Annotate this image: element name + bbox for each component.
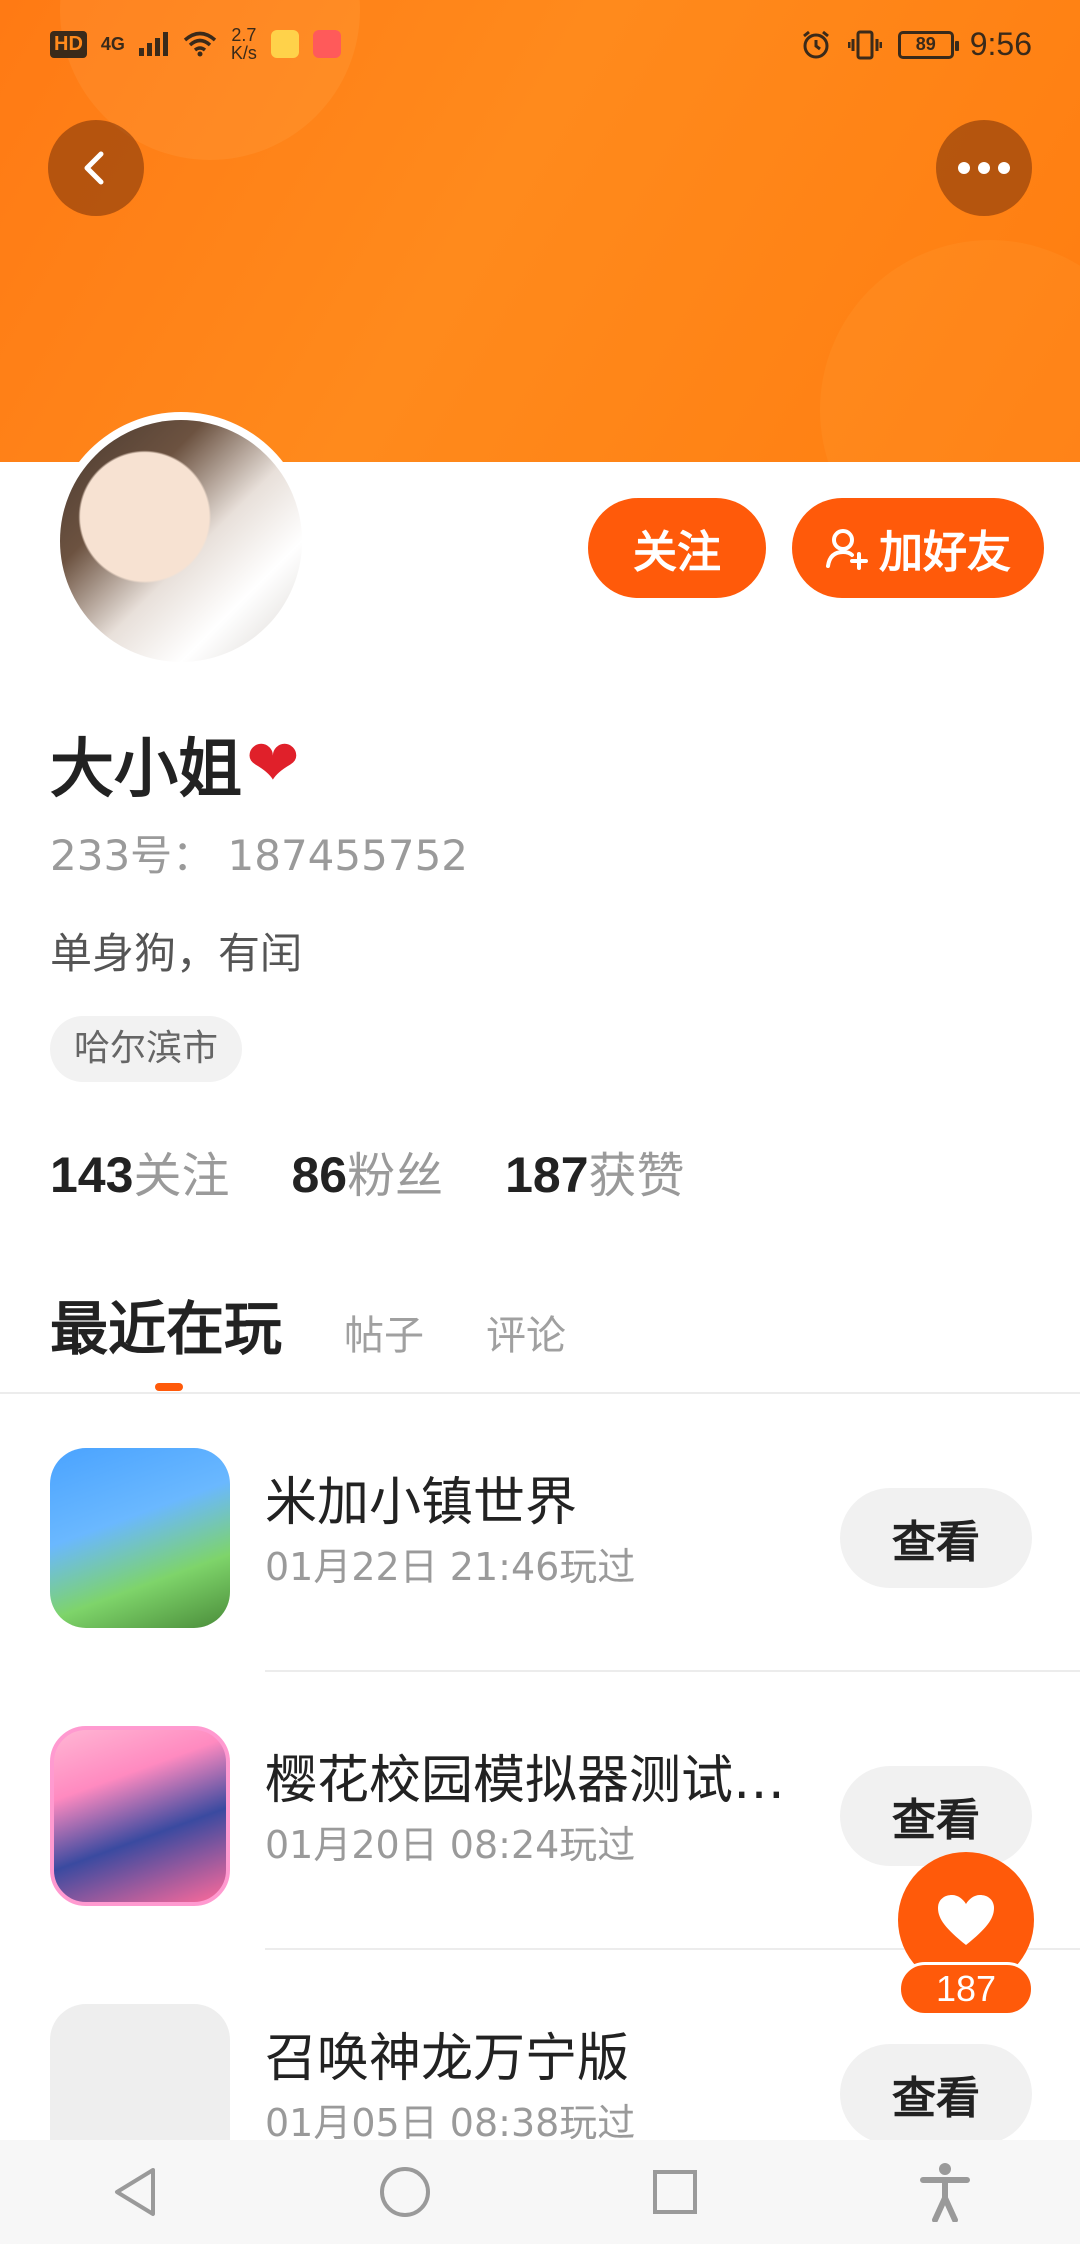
profile-stats: 143关注 86粉丝 187获赞	[50, 1136, 685, 1206]
active-tab-indicator	[155, 1383, 183, 1391]
avatar[interactable]	[52, 412, 310, 670]
game-title: 樱花校园模拟器测试…	[265, 1751, 786, 1811]
game-icon	[50, 1726, 230, 1906]
game-title: 米加小镇世界	[265, 1473, 578, 1533]
more-options-button[interactable]	[936, 120, 1032, 216]
stat-value: 187	[505, 1147, 589, 1203]
status-bar: HD 4G 2.7 K/s 89 9:56	[0, 0, 1080, 100]
stat-likes[interactable]: 187获赞	[505, 1136, 684, 1206]
battery-indicator: 89	[897, 30, 959, 59]
last-played: 01月20日 08:24玩过	[265, 1823, 636, 1867]
profile-tabs: 最近在玩 帖子 评论	[50, 1282, 566, 1366]
follow-button[interactable]: 关注	[588, 498, 766, 598]
heart-icon	[938, 1895, 994, 1945]
user-id: 233号： 187455752	[50, 831, 469, 880]
list-item[interactable]: 米加小镇世界 01月22日 21:46玩过 查看	[0, 1418, 1080, 1638]
tab-comments[interactable]: 评论	[486, 1303, 566, 1361]
avatar-image	[60, 420, 302, 662]
speed-value: 2.7	[231, 25, 257, 45]
back-button[interactable]	[48, 120, 144, 216]
nav-back-button[interactable]	[95, 2152, 175, 2232]
vibrate-icon	[847, 30, 882, 59]
location-tag: 哈尔滨市	[50, 1016, 243, 1082]
game-icon	[50, 1448, 230, 1628]
battery-level: 89	[915, 34, 936, 54]
game-title: 召唤神龙万宁版	[265, 2029, 630, 2089]
add-friend-label: 加好友	[879, 527, 1011, 578]
divider	[0, 1392, 1080, 1394]
notification-play-icon	[312, 30, 341, 58]
divider	[265, 1670, 1080, 1672]
add-friend-button[interactable]: 加好友	[792, 498, 1044, 598]
view-button[interactable]: 查看	[840, 1488, 1032, 1588]
accessibility-icon	[920, 2163, 970, 2222]
notification-app-icon	[270, 30, 299, 58]
stat-value: 86	[291, 1147, 348, 1203]
more-dots-icon	[958, 162, 1010, 174]
view-button[interactable]: 查看	[840, 1766, 1032, 1866]
signal-icon	[138, 32, 168, 56]
stat-label: 获赞	[588, 1148, 685, 1204]
clock: 9:56	[969, 26, 1032, 62]
stat-label: 粉丝	[347, 1148, 444, 1204]
last-played: 01月22日 21:46玩过	[265, 1545, 636, 1589]
stat-label: 关注	[133, 1148, 230, 1204]
last-played: 01月05日 08:38玩过	[265, 2101, 636, 2145]
tab-recently-played[interactable]: 最近在玩	[50, 1282, 282, 1366]
stat-followers[interactable]: 86粉丝	[291, 1136, 443, 1206]
stat-following[interactable]: 143关注	[50, 1136, 229, 1206]
tab-posts[interactable]: 帖子	[344, 1303, 424, 1361]
profile-name: 大小姐 ❤	[50, 718, 300, 810]
back-triangle-icon	[115, 2168, 155, 2216]
speed-unit: K/s	[230, 43, 257, 63]
heart-emoji: ❤	[246, 727, 300, 801]
nav-home-button[interactable]	[365, 2152, 445, 2232]
profile-header-banner: HD 4G 2.7 K/s 89 9:56	[0, 0, 1080, 462]
home-circle-icon	[380, 2167, 430, 2217]
view-button[interactable]: 查看	[840, 2044, 1032, 2144]
stat-value: 143	[50, 1147, 134, 1203]
nav-recents-button[interactable]	[635, 2152, 715, 2232]
nav-accessibility-button[interactable]	[905, 2152, 985, 2232]
profile-bio: 单身狗，有闰	[50, 929, 303, 978]
chevron-left-icon	[84, 151, 104, 185]
like-count: 187	[898, 1962, 1034, 2016]
profile-name-text: 大小姐	[50, 733, 242, 807]
wifi-icon	[183, 31, 217, 57]
follow-label: 关注	[633, 527, 721, 578]
network-type: 4G	[100, 33, 125, 54]
recents-square-icon	[653, 2170, 697, 2214]
hd-indicator: HD	[50, 30, 87, 58]
alarm-icon	[802, 30, 829, 58]
add-person-icon	[826, 529, 868, 570]
system-nav-bar	[0, 2140, 1080, 2244]
network-speed: 2.7 K/s	[231, 26, 257, 62]
